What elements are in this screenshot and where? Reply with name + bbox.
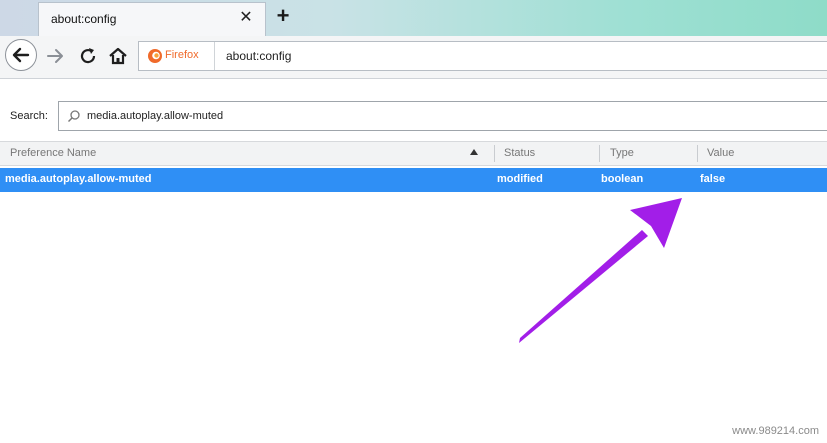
url-bar[interactable]: Firefox about:config [138, 41, 827, 71]
table-row[interactable]: media.autoplay.allow-muted modified bool… [0, 168, 827, 192]
column-header-preference-name[interactable]: Preference Name [10, 147, 96, 159]
tab-title: about:config [51, 12, 117, 26]
reload-button[interactable] [76, 44, 100, 68]
column-header-status[interactable]: Status [504, 147, 535, 159]
site-identity[interactable]: Firefox [139, 42, 215, 70]
tab-about-config[interactable]: about:config ✕ [38, 2, 266, 36]
column-separator[interactable] [494, 145, 495, 162]
cell-preference-name: media.autoplay.allow-muted [5, 173, 152, 185]
sort-ascending-icon [470, 149, 478, 155]
cell-status: modified [497, 173, 543, 185]
forward-button[interactable] [43, 44, 67, 68]
search-label: Search: [10, 110, 48, 122]
home-button[interactable] [106, 44, 130, 68]
search-row: Search: media.autoplay.allow-muted [0, 79, 827, 141]
search-input[interactable]: media.autoplay.allow-muted [58, 101, 827, 131]
column-header-type[interactable]: Type [610, 147, 634, 159]
reload-icon [80, 48, 96, 64]
column-separator[interactable] [599, 145, 600, 162]
tab-strip: about:config ✕ + [0, 0, 827, 36]
column-separator[interactable] [697, 145, 698, 162]
arrow-right-icon [47, 49, 63, 63]
search-icon [68, 110, 80, 122]
home-icon [109, 47, 127, 65]
table-body [0, 192, 827, 443]
firefox-logo-icon [148, 49, 162, 63]
identity-label: Firefox [165, 49, 199, 61]
url-text[interactable]: about:config [226, 49, 291, 63]
back-button[interactable] [5, 39, 37, 71]
watermark-text: www.989214.com [732, 425, 819, 437]
search-value[interactable]: media.autoplay.allow-muted [87, 110, 223, 122]
cell-type: boolean [601, 173, 644, 185]
column-header-value[interactable]: Value [707, 147, 734, 159]
arrow-left-icon [12, 47, 30, 63]
new-tab-button[interactable]: + [272, 3, 294, 29]
navigation-toolbar: Firefox about:config [0, 36, 827, 79]
cell-value: false [700, 173, 726, 185]
close-tab-icon[interactable]: ✕ [237, 9, 255, 27]
table-header: Preference Name Status Type Value [0, 141, 827, 166]
